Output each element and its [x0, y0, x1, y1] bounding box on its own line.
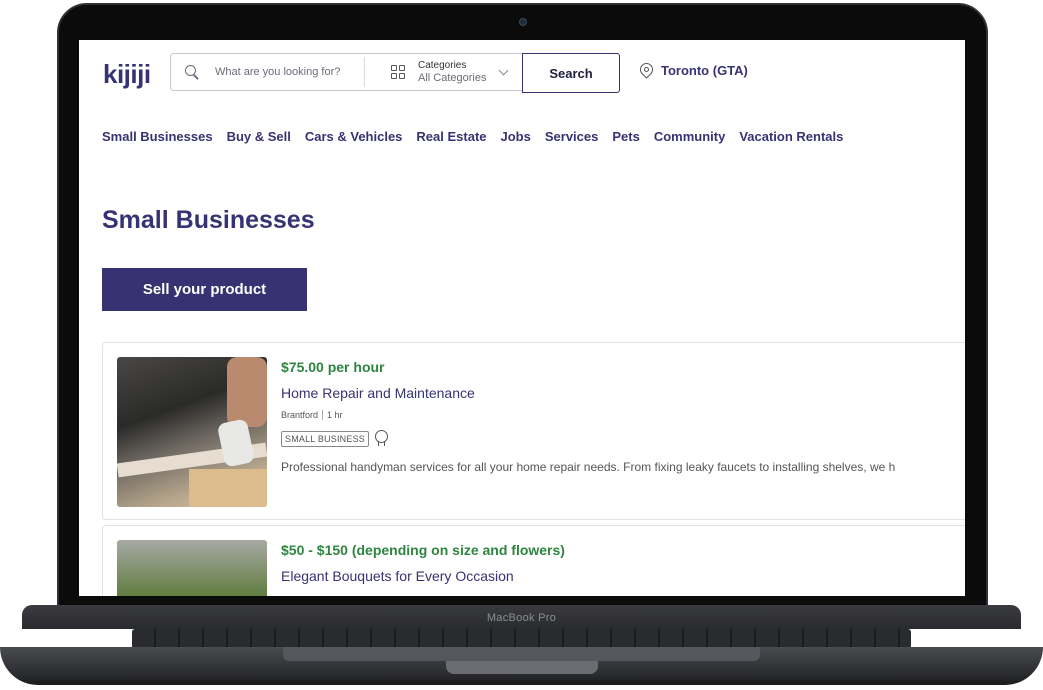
keyboard — [132, 629, 911, 649]
nav-item-real-estate[interactable]: Real Estate — [416, 129, 486, 144]
trackpad — [283, 647, 760, 661]
location-selector[interactable]: Toronto (GTA) — [637, 59, 748, 79]
listing-time: 1 hr — [327, 410, 343, 420]
grid-icon — [391, 65, 405, 79]
listing-title[interactable]: Home Repair and Maintenance — [281, 385, 475, 401]
search-icon — [185, 65, 199, 79]
search-button[interactable]: Search — [522, 53, 620, 93]
listing-title[interactable]: Elegant Bouquets for Every Occasion — [281, 568, 514, 584]
nav-item-cars-vehicles[interactable]: Cars & Vehicles — [305, 129, 403, 144]
listing-card[interactable]: $50 - $150 (depending on size and flower… — [102, 525, 965, 596]
kijiji-logo[interactable]: kijiji — [103, 59, 151, 90]
nav-item-vacation-rentals[interactable]: Vacation Rentals — [739, 129, 843, 144]
listing-image[interactable] — [117, 540, 267, 596]
small-business-badge: SMALL BUSINESS — [281, 430, 369, 447]
screen: kijiji Categories All Categories Search … — [79, 40, 965, 596]
nav-item-buy-sell[interactable]: Buy & Sell — [227, 129, 291, 144]
search-input[interactable] — [213, 65, 357, 79]
badge-row: SMALL BUSINESS — [281, 430, 388, 447]
location-label: Toronto (GTA) — [661, 63, 748, 78]
chevron-down-icon[interactable] — [499, 65, 509, 75]
listing-price: $75.00 per hour — [281, 359, 385, 375]
categories-title: Categories — [418, 60, 467, 71]
listing-card[interactable]: $75.00 per hour Home Repair and Maintena… — [102, 342, 965, 520]
listing-description: Professional handyman services for all y… — [281, 460, 896, 474]
divider — [364, 57, 365, 87]
categories-dropdown[interactable]: Categories All Categories — [418, 60, 486, 84]
listing-price: $50 - $150 (depending on size and flower… — [281, 542, 565, 558]
sell-product-button[interactable]: Sell your product — [102, 268, 307, 311]
page-title: Small Businesses — [102, 206, 315, 234]
nav-item-services[interactable]: Services — [545, 129, 599, 144]
divider — [322, 410, 324, 420]
lid-notch — [446, 661, 598, 674]
location-pin-icon — [637, 59, 656, 79]
nav-item-small-businesses[interactable]: Small Businesses — [102, 129, 213, 144]
listing-meta: Brantford 1 hr — [281, 410, 343, 420]
nav-item-pets[interactable]: Pets — [612, 129, 639, 144]
nav-item-community[interactable]: Community — [654, 129, 726, 144]
verified-award-icon — [375, 430, 388, 446]
category-nav: Small Businesses Buy & Sell Cars & Vehic… — [102, 129, 843, 144]
camera-icon — [519, 18, 527, 26]
listing-location: Brantford — [281, 410, 319, 420]
nav-item-jobs[interactable]: Jobs — [501, 129, 531, 144]
categories-value: All Categories — [418, 72, 487, 84]
device-label: MacBook Pro — [486, 612, 557, 624]
listing-image[interactable] — [117, 357, 267, 507]
